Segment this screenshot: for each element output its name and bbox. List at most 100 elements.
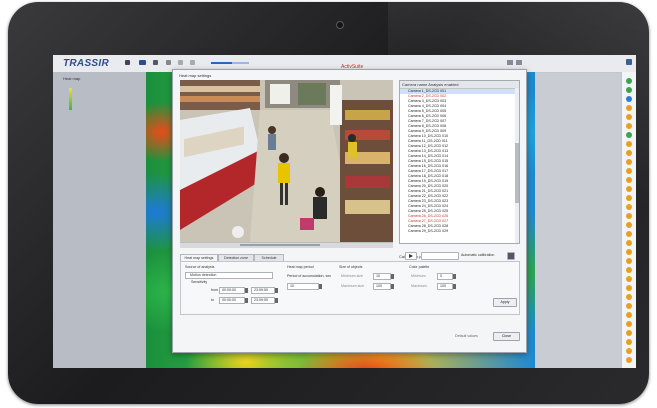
play-button[interactable]	[405, 252, 417, 260]
period-value: 10	[290, 284, 294, 288]
status-dot-icon[interactable]	[626, 177, 632, 183]
store-scene	[180, 80, 393, 242]
max-size-field[interactable]: 100	[373, 283, 391, 290]
status-dot-icon[interactable]	[626, 222, 632, 228]
status-dot-icon[interactable]	[626, 294, 632, 300]
source-value: Motion detection	[190, 273, 217, 277]
default-values-link[interactable]: Default values	[455, 334, 478, 338]
dot-icon[interactable]	[125, 60, 130, 65]
source-select[interactable]: Motion detection	[185, 272, 273, 279]
status-dot-icon[interactable]	[626, 276, 632, 282]
calibration-option: Automatic calibration	[461, 253, 495, 257]
palette-max-spinner[interactable]	[453, 284, 456, 289]
max-size-label: Maximum size	[341, 284, 364, 288]
status-dot-icon[interactable]	[626, 321, 632, 327]
status-dot-icon[interactable]	[626, 114, 632, 120]
min-size-value: 10	[376, 274, 380, 278]
from-time-value: 00:00:00	[222, 288, 236, 292]
from-time-spinner-2[interactable]	[245, 298, 248, 303]
status-dot-icon[interactable]	[626, 195, 632, 201]
grid-icon[interactable]	[153, 60, 158, 65]
left-panel: Heat map	[53, 72, 146, 368]
camera-list-scrollbar[interactable]	[515, 88, 519, 243]
timeline-knob[interactable]	[240, 244, 320, 246]
source-label: Source of analysis	[185, 265, 215, 269]
status-dot-icon[interactable]	[626, 249, 632, 255]
palette-max-field[interactable]: 100	[437, 283, 453, 290]
palette-min-field[interactable]: 0	[437, 273, 453, 280]
min-size-spinner[interactable]	[391, 274, 394, 279]
level-meter	[69, 88, 72, 110]
to-time-value-2: 23:59:59	[254, 298, 268, 302]
to-time-value: 23:59:59	[254, 288, 268, 292]
status-dot-icon[interactable]	[626, 357, 632, 363]
status-dot-icon[interactable]	[626, 132, 632, 138]
status-dot-icon[interactable]	[626, 258, 632, 264]
from-time-field[interactable]: 00:00:00	[219, 287, 245, 294]
status-dot-icon[interactable]	[626, 159, 632, 165]
status-dot-icon[interactable]	[626, 87, 632, 93]
status-dot-icon[interactable]	[626, 204, 632, 210]
camera-list-item[interactable]: Camera 29_DS-2CD 029	[400, 229, 519, 234]
video-preview[interactable]	[180, 80, 393, 242]
lock-icon[interactable]	[166, 60, 171, 65]
period-spinner[interactable]	[319, 284, 322, 289]
status-dot-icon[interactable]	[626, 141, 632, 147]
period-field[interactable]: 10	[287, 283, 319, 290]
to-time-field[interactable]: 23:59:59	[251, 287, 275, 294]
status-dot-icon[interactable]	[626, 339, 632, 345]
status-dot-icon[interactable]	[626, 186, 632, 192]
back-icon[interactable]	[178, 60, 183, 65]
status-dot-icon[interactable]	[626, 96, 632, 102]
from-time-value-2: 00:00:00	[222, 298, 236, 302]
status-dot-icon[interactable]	[626, 150, 632, 156]
period-title: Heat map period	[287, 265, 314, 269]
progress-fill	[211, 62, 232, 64]
status-dot-icon[interactable]	[626, 330, 632, 336]
settings-icon[interactable]	[626, 59, 632, 65]
play-icon	[409, 253, 413, 258]
forward-icon[interactable]	[190, 60, 195, 65]
scroll-thumb[interactable]	[515, 143, 519, 203]
status-dot-icon[interactable]	[626, 78, 632, 84]
from-label: from	[211, 288, 219, 292]
to-time-spinner-2[interactable]	[275, 298, 278, 303]
status-dot-icon[interactable]	[626, 231, 632, 237]
camera-list-items: Camera 1_DS-2CD 001 Camera 2_DS-2CD 002 Ca…	[400, 89, 519, 234]
max-size-spinner[interactable]	[391, 284, 394, 289]
calibration-toggle[interactable]	[507, 252, 515, 260]
palette-min-label: Minimum	[411, 274, 426, 278]
from-time-field-2[interactable]: 00:00:00	[219, 297, 245, 304]
palette-title: Color palette	[409, 265, 430, 269]
video-timeline[interactable]	[180, 242, 393, 248]
settings-tabs: Heat map settings Detection zone Schedul…	[180, 254, 396, 262]
status-dot-icon[interactable]	[626, 240, 632, 246]
status-dot-icon[interactable]	[626, 213, 632, 219]
left-panel-label: Heat map	[63, 76, 81, 81]
status-dot-icon[interactable]	[626, 312, 632, 318]
min-size-field[interactable]: 10	[373, 273, 391, 280]
status-dot-icon[interactable]	[626, 303, 632, 309]
status-dot-icon[interactable]	[626, 348, 632, 354]
status-dot-icon[interactable]	[626, 168, 632, 174]
palette-min-spinner[interactable]	[453, 274, 456, 279]
status-dot-icon[interactable]	[626, 105, 632, 111]
to-time-field-2[interactable]: 23:59:59	[251, 297, 275, 304]
status-dot-icon[interactable]	[626, 267, 632, 273]
status-dot-icon[interactable]	[626, 123, 632, 129]
sensitivity-label: Sensitivity	[191, 280, 208, 284]
progress-bar	[211, 62, 249, 64]
to-label: to	[211, 298, 214, 302]
monitor-icon[interactable]	[139, 60, 146, 65]
to-time-spinner[interactable]	[275, 288, 278, 293]
palette-min-value: 0	[440, 274, 442, 278]
camera-list[interactable]: Camera name Analysis enabled Camera 1_DS…	[399, 80, 520, 244]
from-time-spinner[interactable]	[245, 288, 248, 293]
front-camera	[336, 21, 344, 29]
close-button[interactable]: Close	[493, 332, 520, 341]
apply-button[interactable]: Apply	[493, 298, 517, 307]
maximize-icon[interactable]	[516, 60, 522, 65]
status-dot-icon[interactable]	[626, 285, 632, 291]
calibration-field[interactable]	[421, 252, 459, 260]
minimize-icon[interactable]	[507, 60, 513, 65]
